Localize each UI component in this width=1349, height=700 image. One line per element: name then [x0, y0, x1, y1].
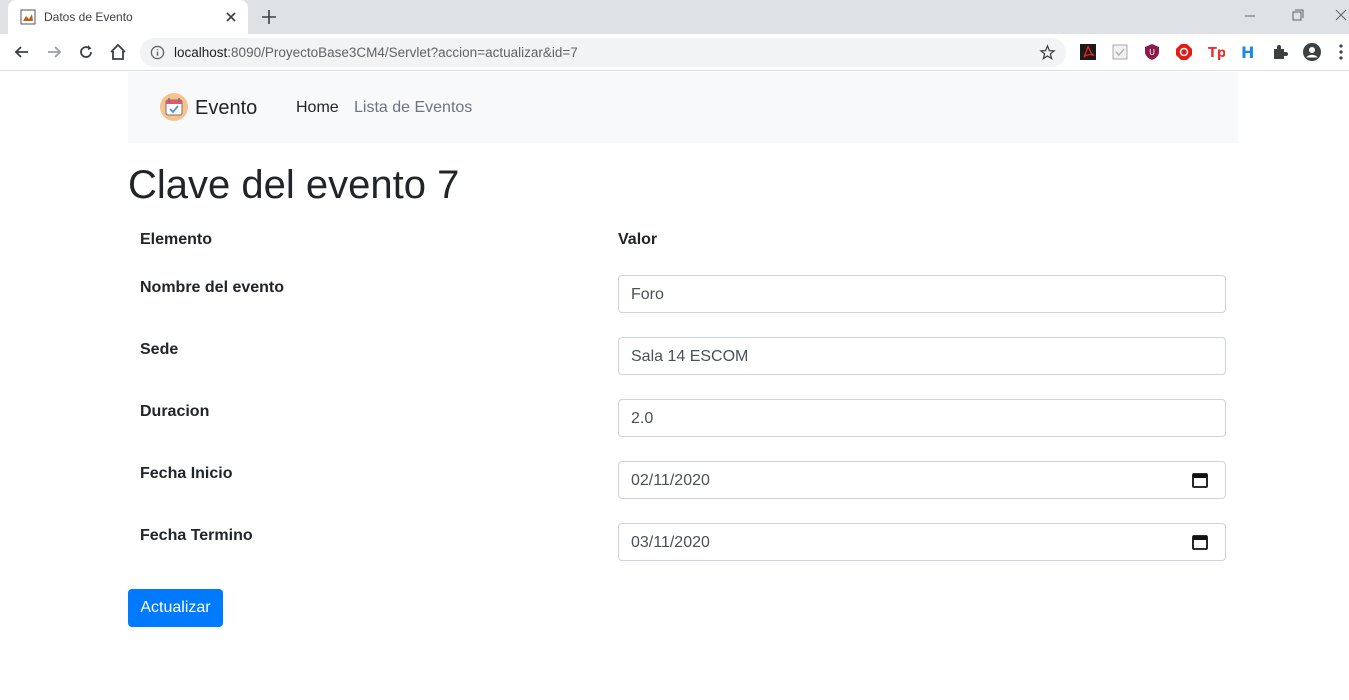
minimize-icon[interactable]: [1238, 6, 1262, 26]
url-text: localhost:8090/ProyectoBase3CM4/Servlet?…: [174, 45, 578, 60]
page-title: Clave del evento 7: [128, 163, 460, 207]
address-bar[interactable]: localhost:8090/ProyectoBase3CM4/Servlet?…: [140, 38, 1066, 67]
label-fecha-termino: Fecha Termino: [140, 527, 253, 544]
nav-link-home[interactable]: Home: [296, 99, 339, 117]
sede-input[interactable]: Sala 14 ESCOM: [618, 337, 1226, 375]
brand-name[interactable]: Evento: [195, 97, 257, 120]
svg-text:H: H: [1241, 43, 1254, 61]
bookmark-star-icon[interactable]: [1039, 44, 1056, 61]
pdf-extension-icon[interactable]: [1079, 43, 1097, 61]
browser-tab[interactable]: Datos de Evento: [8, 0, 248, 34]
site-navbar: Evento Home Lista de Eventos: [128, 72, 1238, 143]
label-sede: Sede: [140, 341, 179, 358]
forward-arrow-icon[interactable]: [44, 42, 64, 62]
stop-extension-icon[interactable]: [1175, 43, 1193, 61]
url-host: localhost: [174, 45, 228, 60]
nombre-evento-value: Foro: [631, 286, 664, 303]
browser-tabstrip: Datos de Evento: [0, 0, 1349, 34]
fecha-inicio-value: 02/11/2020: [631, 472, 710, 489]
browser-toolbar: localhost:8090/ProyectoBase3CM4/Servlet?…: [0, 34, 1349, 71]
extensions-puzzle-icon[interactable]: [1271, 43, 1289, 61]
info-icon[interactable]: [150, 45, 165, 60]
shield-extension-icon[interactable]: U: [1143, 43, 1161, 61]
calendar-logo-icon[interactable]: [159, 92, 189, 122]
fecha-termino-value: 03/11/2020: [631, 534, 710, 551]
column-header-elemento: Elemento: [140, 231, 213, 248]
home-icon[interactable]: [108, 42, 128, 62]
svg-text:U: U: [1149, 48, 1155, 57]
svg-text:Tp: Tp: [1208, 46, 1225, 61]
close-window-icon[interactable]: [1330, 6, 1349, 26]
fecha-termino-date-input[interactable]: 03/11/2020: [618, 523, 1226, 561]
kebab-menu-icon[interactable]: [1336, 43, 1346, 61]
restore-icon[interactable]: [1285, 6, 1309, 26]
column-header-valor: Valor: [618, 231, 658, 248]
page-extension-icon[interactable]: [1111, 43, 1129, 61]
duracion-input[interactable]: 2.0: [618, 399, 1226, 437]
nombre-evento-input[interactable]: Foro: [618, 275, 1226, 313]
sede-value: Sala 14 ESCOM: [631, 348, 749, 365]
label-duracion: Duracion: [140, 403, 210, 420]
profile-avatar-icon[interactable]: [1302, 42, 1322, 62]
calendar-picker-icon[interactable]: [1191, 533, 1209, 551]
tp-extension-icon[interactable]: Tp: [1207, 43, 1225, 61]
back-arrow-icon[interactable]: [12, 42, 32, 62]
fecha-inicio-date-input[interactable]: 02/11/2020: [618, 461, 1226, 499]
close-tab-icon[interactable]: [222, 8, 240, 26]
label-fecha-inicio: Fecha Inicio: [140, 465, 233, 482]
h-extension-icon[interactable]: H: [1239, 43, 1257, 61]
tab-title: Datos de Evento: [44, 10, 133, 24]
calendar-picker-icon[interactable]: [1191, 471, 1209, 489]
favicon-icon: [20, 9, 36, 25]
new-tab-icon[interactable]: [260, 8, 278, 26]
actualizar-button[interactable]: Actualizar: [128, 589, 223, 627]
nav-link-lista-de-eventos[interactable]: Lista de Eventos: [354, 99, 472, 117]
reload-icon[interactable]: [76, 42, 96, 62]
url-path: :8090/ProyectoBase3CM4/Servlet?accion=ac…: [227, 45, 578, 60]
duracion-value: 2.0: [631, 410, 654, 427]
label-nombre-evento: Nombre del evento: [140, 279, 285, 296]
